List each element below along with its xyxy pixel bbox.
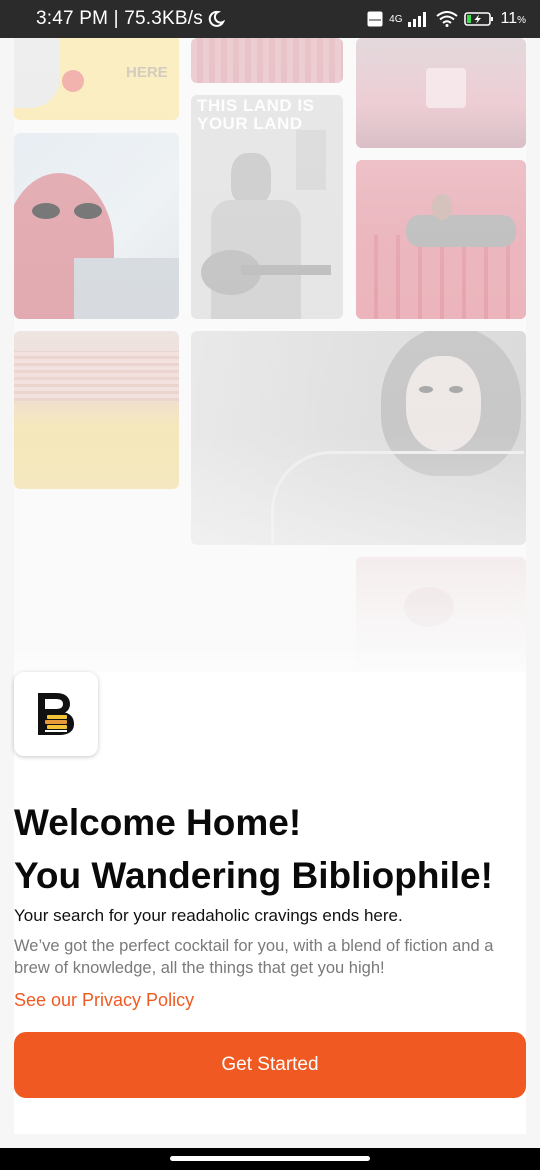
wifi-icon — [436, 11, 459, 27]
status-time: 3:47 PM | 75.3KB/s — [36, 8, 203, 29]
collage-poster-tile: HERE — [14, 38, 179, 120]
battery-charging-icon — [464, 11, 494, 27]
welcome-headline: Welcome Home! You Wandering Bibliophile! — [14, 796, 526, 902]
collage-cinema-tile — [356, 38, 526, 148]
welcome-title-line2: You Wandering Bibliophile! — [14, 855, 493, 896]
get-started-button[interactable]: Get Started — [14, 1032, 526, 1098]
app-logo — [14, 672, 98, 756]
volte-icon — [367, 11, 383, 27]
collage-stadium-tile — [14, 331, 179, 489]
status-bar: 3:47 PM | 75.3KB/s 4G 11% — [0, 0, 540, 38]
battery-unit: % — [517, 15, 526, 26]
poster-caption: HERE — [126, 64, 168, 81]
welcome-title-line1: Welcome Home! — [14, 802, 302, 843]
signal-icon — [408, 11, 430, 27]
privacy-policy-link[interactable]: See our Privacy Policy — [14, 990, 194, 1011]
collage-theater-strip-tile — [191, 38, 343, 83]
welcome-description: We’ve got the perfect cocktail for you, … — [14, 937, 494, 977]
guitar-poster-text: THIS LAND IS YOUR LAND — [197, 96, 315, 133]
collage-portrait-tile — [191, 331, 526, 545]
collage-red-seats-tile — [356, 160, 526, 319]
battery-percent: 11 — [500, 10, 518, 27]
status-indicators: 4G 11% — [367, 10, 526, 28]
collage-hero-tile — [14, 133, 179, 319]
network-type: 4G — [389, 13, 403, 25]
welcome-tagline: Your search for your readaholic cravings… — [14, 906, 403, 925]
hero-collage: HERE THIS LAND IS YOUR LAND — [14, 38, 526, 698]
system-nav-bar — [0, 1148, 540, 1170]
moon-icon — [207, 10, 225, 28]
collage-guitar-poster-tile: THIS LAND IS YOUR LAND — [191, 95, 343, 319]
bibliophile-b-logo-icon — [36, 691, 76, 737]
home-gesture-handle[interactable] — [170, 1156, 370, 1161]
